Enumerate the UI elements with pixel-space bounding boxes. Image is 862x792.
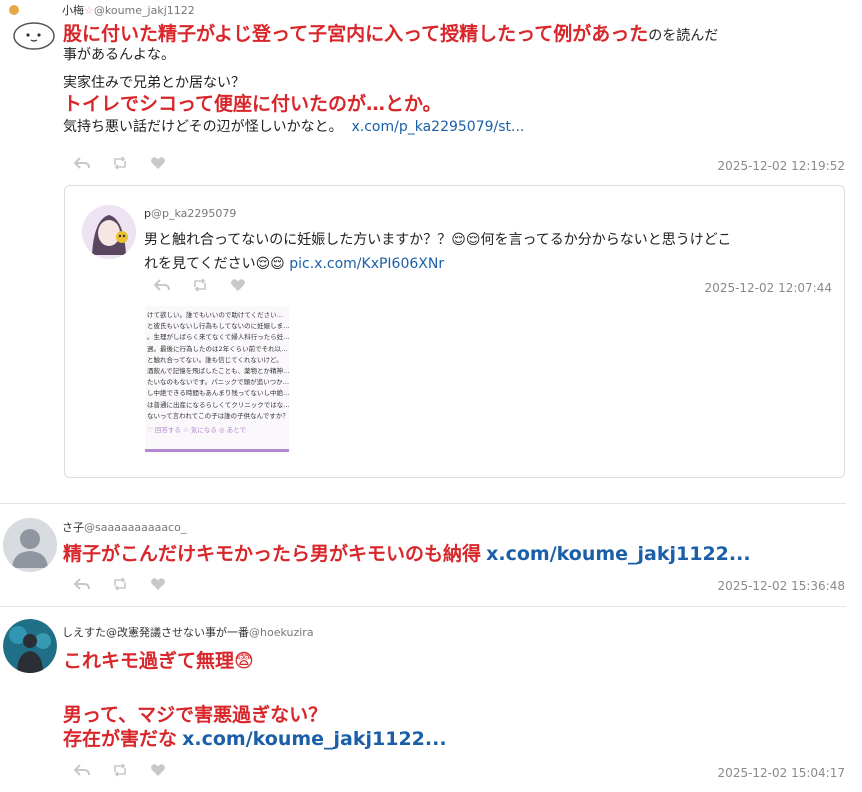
image-text-line: 酒飲んで記憶を飛ばしたことも、薬物とか精神…: [147, 367, 289, 376]
author-name[interactable]: p: [144, 207, 151, 220]
image-text-line: 。生理がしばらく来てなくて婦人科行ったら妊…: [147, 333, 289, 342]
post-body: 股に付いた精子がよじ登って子宮内に入って授精したって例があったのを読んだ 事があ…: [63, 22, 853, 138]
post-actions: [154, 278, 246, 292]
post-sako: さ子@saaaaaaaaaaco_ 精子がこんだけキモかったら男がキモいのも納得…: [0, 504, 862, 604]
image-text-line: たいなのもないです。パニックで頭が追いつか…: [147, 378, 289, 387]
author-mark: ☆: [84, 4, 94, 17]
like-icon[interactable]: [150, 156, 166, 170]
timestamp[interactable]: 2025-12-02 15:04:17: [718, 766, 845, 780]
author-name[interactable]: さ子: [62, 521, 84, 534]
highlight-text: 股に付いた精子がよじ登って子宮内に入って授精したって例があった: [63, 23, 649, 45]
author-handle[interactable]: @p_ka2295079: [151, 207, 236, 220]
post-actions: [74, 577, 166, 591]
post-koume: 小梅☆@koume_jakj1122 股に付いた精子がよじ登って子宮内に入って授…: [0, 0, 862, 500]
image-footer: ♡ 回答する ☆ 気になる ◎ あとで: [147, 426, 246, 435]
image-link[interactable]: pic.x.com/KxPI606XNr: [289, 256, 444, 272]
reply-icon[interactable]: [74, 156, 90, 170]
like-icon[interactable]: [230, 278, 246, 292]
post-text: れを見てください😌😌: [144, 256, 285, 272]
timestamp[interactable]: 2025-12-02 15:36:48: [718, 579, 845, 593]
author-handle[interactable]: @koume_jakj1122: [94, 4, 195, 17]
image-text-line: と触れ合ってない。誰も信じてくれないけど。: [147, 355, 283, 364]
author-handle[interactable]: @saaaaaaaaaaco_: [84, 521, 186, 534]
post-body: 精子がこんだけキモかったら男がキモいのも納得 x.com/koume_jakj1…: [63, 542, 751, 566]
image-text-line: は普通に出産になるらしくてクリニックではな…: [147, 400, 289, 409]
avatar[interactable]: [6, 4, 56, 54]
post-text: 実家住みで兄弟とか居ない？: [63, 75, 245, 91]
highlight-text: 存在が害だな: [63, 728, 178, 750]
quoted-post[interactable]: p@p_ka2295079 男と触れ合ってないのに妊娠した方いますか？？😌😌何を…: [64, 185, 845, 478]
avatar[interactable]: [82, 205, 136, 259]
post-actions: [74, 763, 166, 777]
highlight-text: 男って、マジで害悪過ぎない？: [63, 704, 328, 726]
post-actions: [74, 156, 166, 170]
image-text-line: けて欲しい。誰でもいいので助けてください…: [147, 311, 284, 319]
image-text-line: 週。最後に行為したのは2年くらい前でそれ以…: [147, 344, 288, 353]
post-body: これキモ過ぎて無理😨 男って、マジで害悪過ぎない？ 存在が害だな x.com/k…: [63, 649, 447, 751]
quoted-link[interactable]: x.com/p_ka2295079/st...: [352, 119, 525, 135]
highlight-text: これキモ過ぎて無理😨: [63, 650, 254, 672]
post-text: 事があるんよな。: [63, 47, 175, 63]
like-icon[interactable]: [150, 577, 166, 591]
retweet-icon[interactable]: [192, 278, 208, 292]
author-line: 小梅☆@koume_jakj1122: [62, 2, 195, 18]
timestamp[interactable]: 2025-12-02 12:07:44: [705, 281, 832, 295]
author-line: p@p_ka2295079: [144, 207, 236, 220]
quoted-link[interactable]: x.com/koume_jakj1122...: [182, 728, 446, 750]
like-icon[interactable]: [150, 763, 166, 777]
highlight-text: トイレでシコって便座に付いたのが…とか。: [63, 93, 442, 115]
author-line: しえすた@改憲発議させない事が一番@hoekuzira: [62, 624, 314, 640]
author-name[interactable]: しえすた@改憲発議させない事が一番: [62, 626, 249, 639]
author-handle[interactable]: @hoekuzira: [249, 626, 314, 639]
avatar[interactable]: [3, 518, 57, 572]
author-name[interactable]: 小梅: [62, 4, 84, 17]
reply-icon[interactable]: [154, 278, 170, 292]
attached-image[interactable]: けて欲しい。誰でもいいので助けてください… と彼氏もいないし行為もしてないのに妊…: [145, 306, 289, 452]
reply-icon[interactable]: [74, 577, 90, 591]
author-line: さ子@saaaaaaaaaaco_: [62, 519, 186, 535]
highlight-text: 精子がこんだけキモかったら男がキモいのも納得: [63, 543, 482, 565]
post-text: 男と触れ合ってないのに妊娠した方いますか？？😌😌何を言ってるか分からないと思うけ…: [144, 232, 732, 248]
avatar[interactable]: [3, 619, 57, 673]
post-hoekuzira: しえすた@改憲発議させない事が一番@hoekuzira これキモ過ぎて無理😨 男…: [0, 607, 862, 792]
reply-icon[interactable]: [74, 763, 90, 777]
image-text-line: ないって言われてこの子は誰の子供なんですか？: [147, 411, 289, 420]
timestamp[interactable]: 2025-12-02 12:19:52: [718, 159, 845, 173]
image-text-line: と彼氏もいないし行為もしてないのに妊娠しま…: [147, 322, 289, 331]
retweet-icon[interactable]: [112, 577, 128, 591]
post-text: 気持ち悪い話だけどその辺が怪しいかなと。: [63, 119, 343, 135]
quoted-link[interactable]: x.com/koume_jakj1122...: [486, 543, 750, 565]
retweet-icon[interactable]: [112, 156, 128, 170]
retweet-icon[interactable]: [112, 763, 128, 777]
image-text-line: し中絶できる時間もあんまり残ってないし中絶…: [147, 389, 289, 398]
quoted-text: 男と触れ合ってないのに妊娠した方いますか？？😌😌何を言ってるか分からないと思うけ…: [144, 228, 834, 276]
post-text: のを読んだ: [648, 28, 719, 44]
image-text-block: けて欲しい。誰でもいいので助けてください… と彼氏もいないし行為もしてないのに妊…: [145, 306, 289, 436]
